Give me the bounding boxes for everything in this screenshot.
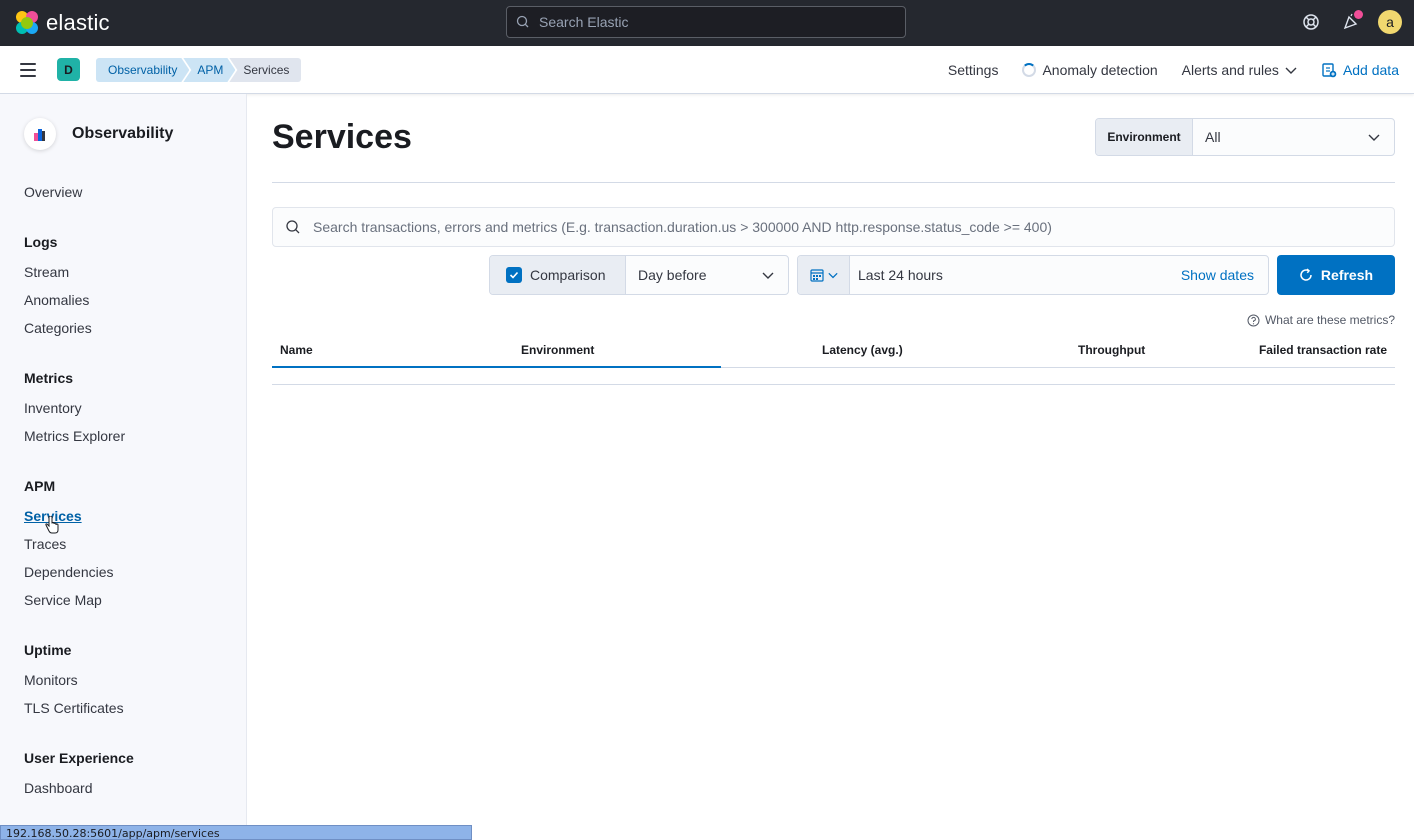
nav-anomalies[interactable]: Anomalies: [24, 292, 89, 308]
comparison-toggle[interactable]: Comparison: [490, 256, 626, 294]
nav-metrics-explorer[interactable]: Metrics Explorer: [24, 428, 125, 444]
search-icon: [516, 15, 529, 28]
help-menu-icon[interactable]: [1298, 9, 1324, 35]
nav-traces[interactable]: Traces: [24, 536, 66, 552]
nav-monitors[interactable]: Monitors: [24, 672, 78, 688]
global-search-input[interactable]: Search Elastic: [506, 6, 906, 38]
chevron-down-icon: [1285, 67, 1297, 74]
table-loading-progress: [272, 366, 721, 368]
kql-search-placeholder: Search transactions, errors and metrics …: [313, 219, 1052, 235]
calendar-icon: [809, 269, 824, 282]
observability-logo-icon: [24, 118, 56, 150]
refresh-label: Refresh: [1320, 267, 1374, 283]
alerts-rules-label: Alerts and rules: [1181, 62, 1279, 78]
loading-spinner-icon: [1022, 63, 1037, 77]
nav-tls-certificates[interactable]: TLS Certificates: [24, 700, 124, 716]
nav-overview[interactable]: Overview: [24, 184, 82, 200]
chevron-down-icon: [762, 272, 774, 279]
main-content: Services Environment All Search transact…: [248, 94, 1414, 840]
comparison-period-select[interactable]: Day before: [626, 256, 788, 294]
sub-header: D Observability APM Services Settings An…: [0, 46, 1414, 94]
refresh-icon: [1300, 268, 1312, 281]
space-selector-badge[interactable]: D: [57, 58, 80, 81]
hand-cursor-icon: [45, 516, 59, 534]
breadcrumb-observability[interactable]: Observability: [96, 58, 189, 82]
nav-heading-uptime: Uptime: [24, 642, 72, 658]
side-nav: Observability Overview Logs Stream Anoma…: [0, 94, 247, 840]
page-title: Services: [272, 118, 412, 156]
user-avatar[interactable]: a: [1378, 10, 1402, 34]
title-divider: [272, 182, 1395, 183]
column-name[interactable]: Name: [280, 343, 313, 357]
comparison-control: Comparison Day before: [489, 255, 789, 295]
add-data-icon: [1322, 63, 1337, 78]
column-latency[interactable]: Latency (avg.): [822, 343, 903, 357]
question-circle-icon: [1247, 314, 1260, 326]
check-icon: [509, 271, 519, 279]
services-table-header: Name Environment Latency (avg.) Throughp…: [272, 330, 1395, 368]
nav-service-map[interactable]: Service Map: [24, 592, 102, 608]
chevron-down-icon: [827, 272, 838, 279]
kql-search-input[interactable]: Search transactions, errors and metrics …: [272, 207, 1395, 247]
breadcrumb-apm[interactable]: APM: [183, 58, 235, 82]
search-placeholder: Search Elastic: [539, 14, 629, 30]
comparison-label: Comparison: [530, 267, 606, 283]
settings-link[interactable]: Settings: [948, 62, 999, 78]
show-dates-link[interactable]: Show dates: [1181, 267, 1254, 283]
anomaly-detection-label: Anomaly detection: [1042, 62, 1158, 78]
nav-heading-metrics: Metrics: [24, 370, 74, 386]
browser-status-url: 192.168.50.28:5601/app/apm/services: [0, 825, 472, 840]
comparison-checkbox[interactable]: [506, 267, 522, 283]
environment-select[interactable]: Environment All: [1095, 118, 1395, 156]
notification-dot: [1354, 10, 1363, 19]
nav-dashboard[interactable]: Dashboard: [24, 780, 93, 796]
search-icon: [286, 220, 300, 234]
table-bottom-border: [272, 384, 1395, 385]
column-failed-transaction-rate[interactable]: Failed transaction rate: [1259, 343, 1387, 357]
breadcrumb: Observability APM Services: [96, 58, 302, 82]
metrics-help-link[interactable]: What are these metrics?: [1247, 313, 1395, 327]
breadcrumb-services: Services: [229, 58, 302, 82]
add-data-label: Add data: [1342, 62, 1399, 78]
top-header: elastic Search Elastic a: [0, 0, 1414, 46]
alerts-rules-menu[interactable]: Alerts and rules: [1182, 62, 1297, 78]
nav-dependencies[interactable]: Dependencies: [24, 564, 114, 580]
brand-name: elastic: [46, 10, 110, 35]
column-environment[interactable]: Environment: [521, 343, 594, 357]
date-range-value[interactable]: Last 24 hours: [858, 267, 943, 283]
side-nav-title-text: Observability: [72, 125, 174, 142]
nav-heading-apm: APM: [24, 478, 56, 494]
anomaly-detection-link[interactable]: Anomaly detection: [1022, 62, 1158, 78]
environment-label: Environment: [1096, 119, 1193, 155]
add-data-link[interactable]: Add data: [1321, 62, 1399, 78]
quick-select-button[interactable]: [798, 256, 850, 294]
comparison-period-value: Day before: [638, 267, 707, 283]
menu-toggle-icon[interactable]: [20, 63, 36, 77]
elastic-logo[interactable]: elastic: [16, 10, 110, 36]
metrics-help-text: What are these metrics?: [1264, 313, 1395, 327]
nav-heading-user-experience: User Experience: [24, 750, 134, 766]
nav-categories[interactable]: Categories: [24, 320, 92, 336]
nav-heading-logs: Logs: [24, 234, 58, 250]
nav-stream[interactable]: Stream: [24, 264, 69, 280]
column-throughput[interactable]: Throughput: [1078, 343, 1145, 357]
refresh-button[interactable]: Refresh: [1277, 255, 1395, 295]
side-nav-title[interactable]: Observability: [24, 118, 173, 150]
nav-inventory[interactable]: Inventory: [24, 400, 82, 416]
elastic-logo-icon: [16, 11, 40, 35]
date-picker: Last 24 hours Show dates: [797, 255, 1269, 295]
chevron-down-icon: [1368, 134, 1380, 141]
environment-value: All: [1205, 129, 1221, 145]
news-feed-icon[interactable]: [1338, 9, 1364, 35]
